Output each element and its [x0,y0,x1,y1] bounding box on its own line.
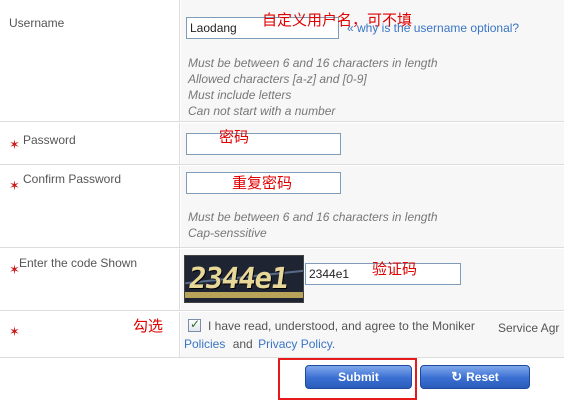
agree-checkbox[interactable]: ✓ [188,317,201,332]
agreement-required-icon: ✶ [9,324,20,339]
refresh-icon: ↻ [451,369,463,384]
hint-line: Can not start with a number [188,104,336,118]
password-required-icon: ✶ [9,137,20,152]
confirm-password-label: Confirm Password [23,172,122,186]
confirm-password-hints: Must be between 6 and 16 characters in l… [188,209,438,241]
privacy-policy-link[interactable]: Privacy Policy. [258,337,335,351]
agreement-text: I have read, understood, and agree to th… [208,319,475,333]
hint-line: Must include letters [188,88,292,102]
checkmark-icon: ✓ [190,317,201,331]
password-label: Password [23,133,76,147]
agreement-annotation: 勾选 [133,317,164,335]
reset-label: Reset [466,370,499,384]
agreement-text-line1: I have read, understood, and agree to th… [208,317,475,335]
and-text: and [232,337,253,351]
submit-button[interactable]: Submit [305,365,412,389]
hint-line: Allowed characters [a-z] and [0-9] [188,72,367,86]
captcha-code: 2344e1 [186,261,291,295]
policies-link[interactable]: Policies [184,337,225,351]
hint-line: Must be between 6 and 16 characters in l… [188,56,438,70]
captcha-annotation: 验证码 [372,260,418,278]
service-agreement-link[interactable]: Service Agr [498,319,559,337]
username-hints: Must be between 6 and 16 characters in l… [188,55,438,119]
submit-label: Submit [338,370,379,384]
captcha-label: Enter the code Shown [19,256,138,270]
password-annotation: 密码 [219,128,250,146]
username-optional-link[interactable]: « why is the username optional? [347,21,519,35]
password-input[interactable] [186,133,341,155]
agreement-text-line2: Policies and Privacy Policy. [184,335,335,353]
username-label: Username [9,16,65,30]
hint-line: Must be between 6 and 16 characters in l… [188,210,438,224]
captcha-image: 2344e1 [184,255,304,303]
hint-line: Cap-senssitive [188,226,267,240]
confirm-password-required-icon: ✶ [9,178,20,193]
confirm-password-annotation: 重复密码 [232,174,293,192]
reset-button[interactable]: ↻ Reset [420,365,530,389]
